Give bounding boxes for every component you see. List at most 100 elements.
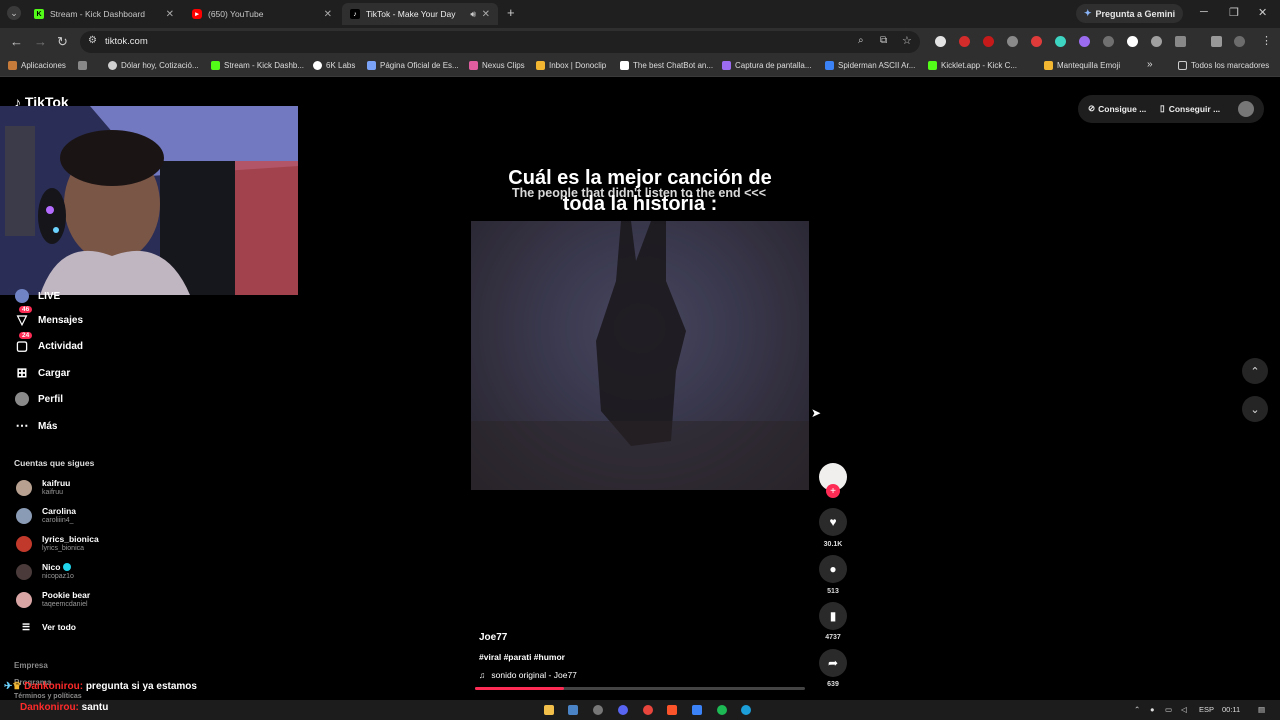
obs-icon[interactable] [593,705,603,715]
file-explorer-icon[interactable] [544,705,554,715]
maximize-button[interactable]: ❐ [1229,6,1239,19]
steam-icon[interactable] [568,705,578,715]
language-indicator[interactable]: ESP [1199,705,1214,714]
volume-icon[interactable]: ◁ [1181,705,1187,714]
bookmark-item[interactable]: Dólar hoy, Cotizació... [108,61,199,70]
bookmark-item[interactable]: Spiderman ASCII Ar... [825,61,915,70]
grid-icon[interactable] [78,61,91,70]
close-tab-icon[interactable]: ✕ [166,9,174,20]
bookmark-item[interactable]: 6K Labs [313,61,355,70]
following-item[interactable]: Nico nicopaz1o [16,560,74,584]
site-info-icon[interactable]: ⚙ [88,35,97,46]
footer-link-business[interactable]: Empresa [14,661,48,670]
extensions-puzzle-icon[interactable] [1175,36,1186,47]
following-item[interactable]: Carolina caroliiin4_ [16,504,76,528]
next-video-button[interactable]: ⌄ [1242,396,1268,422]
extension-icon[interactable] [1079,36,1090,47]
see-all-button[interactable]: ☰ Ver todo [18,618,76,636]
bookmark-item[interactable]: Captura de pantalla... [722,61,812,70]
reload-button[interactable]: ↻ [57,34,68,50]
user-avatar[interactable] [1238,101,1254,117]
video-hashtags[interactable]: #viral #parati #humor [479,652,565,662]
video-progress-track[interactable] [475,687,805,690]
extension-icon[interactable] [1151,36,1162,47]
tab-tiktok[interactable]: ♪ TikTok - Make Your Day 🔊︎ ✕ [342,3,498,25]
new-tab-button[interactable]: + [507,5,515,20]
bookmark-star-icon[interactable]: ☆ [902,34,912,47]
avatar [16,508,32,524]
bookmarks-overflow[interactable]: » [1147,59,1153,70]
forward-button[interactable]: → [34,34,47,49]
tray-expand-icon[interactable]: ⌃ [1134,705,1140,714]
extension-icon[interactable] [1031,36,1042,47]
discord-icon[interactable] [618,705,628,715]
comment-button[interactable]: ● [819,555,847,583]
spotify-icon[interactable] [717,705,727,715]
kick-icon: K [34,9,44,19]
following-item[interactable]: lyrics_bionica lyrics_bionica [16,532,99,556]
bookmark-item[interactable]: Inbox | Donoclip [536,61,606,70]
chrome-icon[interactable] [643,705,653,715]
follow-plus-icon[interactable]: + [826,484,840,498]
extension-icon[interactable] [1007,36,1018,47]
get-app-button[interactable]: ▯ Conseguir ... [1160,103,1220,114]
bookmark-item[interactable]: Stream - Kick Dashb... [211,61,304,70]
bookmark-item[interactable]: Página Oficial de Es... [367,61,459,70]
following-item[interactable]: Pookie bear taqeemcdaniel [16,588,90,612]
address-bar[interactable]: ⚙ tiktok.com ⌕ ⧉ ☆ [80,31,920,53]
close-tab-icon[interactable]: ✕ [482,9,490,20]
tab-youtube[interactable]: ▸ (650) YouTube ✕ [184,3,340,25]
extension-icon[interactable] [1127,36,1138,47]
following-item[interactable]: kaifruu kaifruu [16,476,70,500]
previous-video-button[interactable]: ⌃ [1242,358,1268,384]
bookmark-item[interactable]: Mantequilla Emoji [1044,61,1120,70]
close-tab-icon[interactable]: ✕ [324,9,332,20]
nav-activity[interactable]: ▢ 24 Actividad [14,332,83,355]
get-coins-button[interactable]: ⊘ Consigue ... [1088,103,1146,114]
bookmark-apps[interactable]: Aplicaciones [8,61,66,70]
tab-search-icon[interactable]: ⌄ [7,6,21,20]
nav-profile[interactable]: Perfil [14,390,63,408]
profile-avatar[interactable] [1234,36,1245,47]
back-button[interactable]: ← [10,34,23,49]
extension-icon[interactable] [1103,36,1114,47]
nav-live[interactable]: LIVE [14,287,60,305]
gemini-button[interactable]: ✦ Pregunta a Gemini [1076,4,1184,23]
video-player[interactable] [471,221,809,490]
extension-icon[interactable] [1055,36,1066,47]
share-button[interactable]: ➦ [819,649,847,677]
microphone-icon[interactable]: ● [1150,705,1155,714]
like-button[interactable]: ♥ [819,508,847,536]
bookmark-item[interactable]: The best ChatBot an... [620,61,713,70]
bookmark-item[interactable]: Kicklet.app - Kick C... [928,61,1017,70]
network-icon[interactable]: ▭ [1165,705,1172,714]
menu-icon[interactable]: ⋮ [1261,34,1272,47]
minimize-button[interactable]: ─ [1200,6,1208,18]
close-window-button[interactable]: ✕ [1258,6,1267,19]
tiktok-page: ♪ TikTok LIVE ▽ 46 Mensajes ▢ 24 Actividad… [0,77,1280,700]
nav-messages[interactable]: ▽ 46 Mensajes [14,306,83,329]
app-icon[interactable] [692,705,702,715]
zoom-icon[interactable]: ⌕ [858,35,864,46]
edge-icon[interactable] [741,705,751,715]
video-image [471,221,809,490]
save-button[interactable]: ▮ [819,602,847,630]
nav-more[interactable]: ⋯ Más [14,417,58,435]
media-control-icon[interactable] [1211,36,1222,47]
extension-icon[interactable] [935,36,946,47]
install-icon[interactable]: ⧉ [880,35,887,46]
tiktok-icon: ♪ [350,9,360,19]
brave-icon[interactable] [667,705,677,715]
all-bookmarks[interactable]: Todos los marcadores [1178,61,1269,70]
adblock-icon[interactable] [983,36,994,47]
tab-kick-dashboard[interactable]: K Stream - Kick Dashboard ✕ [26,3,182,25]
notifications-icon[interactable]: ▤ [1258,705,1265,714]
video-author[interactable]: Joe77 [479,632,507,643]
nav-upload[interactable]: ⊞ Cargar [14,364,71,382]
footer-link-terms[interactable]: Términos y políticas [14,693,82,700]
bookmark-item[interactable]: Nexus Clips [469,61,525,70]
extension-icon[interactable] [959,36,970,47]
speaker-icon[interactable]: 🔊︎ [470,9,476,20]
clock[interactable]: 00:11 [1222,705,1240,714]
video-sound[interactable]: ♫ sonido original - Joe77 [479,670,577,680]
